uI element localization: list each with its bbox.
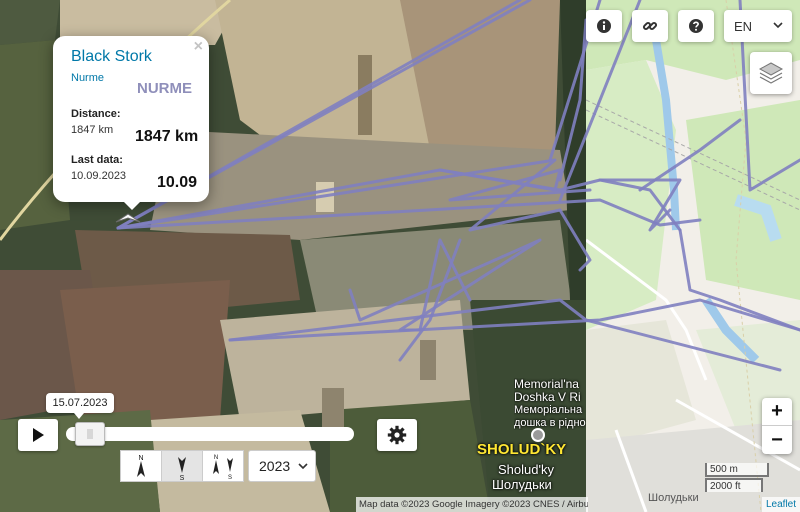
link-icon (642, 21, 658, 31)
zoom-in-button[interactable]: + (762, 398, 792, 426)
leaflet-link[interactable]: Leaflet (762, 497, 800, 512)
timeline-slider-thumb[interactable] (74, 422, 105, 446)
popup-tip (122, 200, 142, 210)
play-button[interactable] (18, 419, 58, 451)
year-select[interactable]: 2023 (248, 450, 316, 482)
map-attribution: Map data ©2023 Google Imagery ©2023 CNES… (356, 497, 588, 512)
info-button[interactable] (586, 10, 622, 42)
play-icon (33, 428, 44, 442)
date-tooltip-arrow (74, 413, 84, 419)
popup-last-data-label: Last data: (71, 154, 123, 166)
orientation-both-button[interactable]: N S (202, 450, 244, 482)
popup-last-data-small: 10.09.2023 (71, 170, 127, 182)
memorial-marker-icon[interactable] (531, 428, 545, 442)
info-icon (597, 19, 611, 33)
village-label: SHOLUD`KY (477, 441, 567, 458)
language-select[interactable]: EN (724, 10, 792, 42)
orientation-north-button[interactable]: N (120, 450, 162, 482)
help-button[interactable] (678, 10, 714, 42)
popup-distance-small: 1847 km (71, 124, 114, 136)
zoom-control: + − (762, 398, 792, 454)
gear-icon (387, 425, 407, 445)
village-label-cyrillic: Шолудьки (492, 477, 552, 492)
popup-distance-label: Distance: (71, 108, 121, 120)
svg-text:S: S (228, 475, 232, 480)
svg-text:S: S (180, 475, 185, 480)
grip-icon (87, 429, 93, 439)
north-arrow-icon: N (137, 455, 145, 477)
compass-pair-icon: N S (213, 455, 233, 480)
popup-bird-name: NURME (137, 80, 192, 97)
village-label-latin: Sholud'ky (498, 462, 554, 477)
popup-last-data-value: 10.09 (157, 174, 198, 191)
popup-species-title: Black Stork (71, 48, 152, 65)
chevron-down-icon (773, 22, 783, 29)
osm-village-label: Шолудьки (648, 492, 699, 504)
popup-distance-value: 1847 km (135, 128, 199, 145)
question-icon (689, 19, 703, 33)
bird-popup: × Black Stork Nurme NURME Distance: 1847… (53, 36, 209, 202)
language-value: EN (734, 18, 753, 34)
scale-metric: 500 m (705, 463, 769, 477)
popup-bird-subtitle: Nurme (71, 72, 105, 84)
orientation-south-button[interactable]: S (161, 450, 203, 482)
settings-button[interactable] (377, 419, 417, 451)
timeline-slider[interactable] (66, 427, 354, 441)
zoom-out-button[interactable]: − (762, 426, 792, 454)
map-view[interactable]: Memorial'na Doshka V Ri Меморіальна дошк… (0, 0, 800, 512)
year-value: 2023 (259, 458, 291, 474)
scale-imperial: 2000 ft (705, 478, 763, 492)
layers-icon (758, 62, 784, 84)
chevron-down-icon (298, 463, 308, 470)
layers-button[interactable] (750, 52, 792, 94)
share-link-button[interactable] (632, 10, 668, 42)
current-date-tooltip: 15.07.2023 (46, 393, 114, 413)
place-label-memorial: Memorial'na Doshka V Ri Меморіальна дошк… (514, 378, 586, 429)
popup-close-button[interactable]: × (194, 38, 203, 56)
south-arrow-icon: S (178, 457, 186, 480)
svg-text:N: N (138, 455, 143, 462)
